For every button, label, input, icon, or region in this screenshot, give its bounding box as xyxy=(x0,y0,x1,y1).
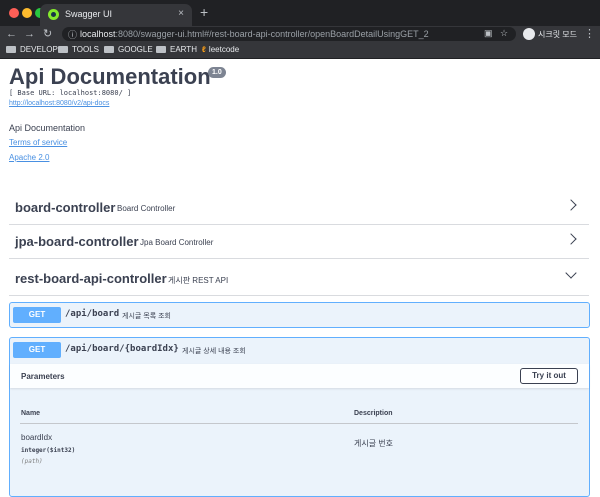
parameters-header: Parameters Try it out xyxy=(10,364,589,388)
incognito-icon[interactable] xyxy=(523,28,535,40)
parameter-location: (path) xyxy=(21,458,43,465)
swagger-favicon-icon xyxy=(48,9,59,20)
section-description: Board Controller xyxy=(117,204,176,213)
close-window-button[interactable] xyxy=(9,8,19,18)
bookmark-tools[interactable]: TOOLS xyxy=(58,45,99,54)
section-board-controller[interactable]: board-controller Board Controller xyxy=(9,191,589,225)
page-title: Api Documentation xyxy=(9,64,211,89)
bookmark-star-icon[interactable]: ☆ xyxy=(500,28,508,39)
browser-tab-swagger[interactable]: Swagger UI × xyxy=(40,4,192,26)
tab-close-icon[interactable]: × xyxy=(178,8,184,19)
version-badge: 1.0 xyxy=(208,67,226,78)
minimize-window-button[interactable] xyxy=(22,8,32,18)
bookmark-leetcode[interactable]: ℓ leetcode xyxy=(202,45,239,54)
api-docs-link[interactable]: http://localhost:8080/v2/api-docs xyxy=(9,100,109,107)
api-description: Api Documentation xyxy=(9,123,86,133)
section-title: board-controller xyxy=(15,200,116,215)
parameter-description: 게시글 번호 xyxy=(354,439,394,448)
table-divider xyxy=(20,423,578,424)
operation-description: 게시글 목록 조회 xyxy=(122,313,171,320)
bookmark-google[interactable]: GOOGLE xyxy=(104,45,153,54)
browser-toolbar: ← → ↻ ⓘ localhost:8080/swagger-ui.html#/… xyxy=(0,26,600,42)
license-link[interactable]: Apache 2.0 xyxy=(9,153,49,162)
operation-description: 게시글 상세 내용 조회 xyxy=(182,348,246,355)
section-jpa-board-controller[interactable]: jpa-board-controller Jpa Board Controlle… xyxy=(9,225,589,259)
parameter-type: integer($int32) xyxy=(21,447,76,454)
address-bar[interactable]: ⓘ localhost:8080/swagger-ui.html#/rest-b… xyxy=(62,27,516,41)
chevron-right-icon[interactable] xyxy=(565,233,577,245)
operation-summary[interactable]: GET /api/board/{boardIdx} 게시글 상세 내용 조회 xyxy=(10,338,589,362)
bookmark-develop[interactable]: DEVELOP xyxy=(6,45,58,54)
new-tab-button[interactable]: + xyxy=(200,5,208,19)
folder-icon xyxy=(156,46,166,53)
folder-icon xyxy=(58,46,68,53)
parameter-name: boardIdx xyxy=(21,433,53,442)
reload-icon[interactable]: ↻ xyxy=(43,27,52,41)
url-text: localhost:8080/swagger-ui.html#/rest-boa… xyxy=(80,29,429,39)
leetcode-icon: ℓ xyxy=(202,45,206,54)
tab-title: Swagger UI xyxy=(65,9,113,19)
section-description: 게시판 REST API xyxy=(168,276,229,285)
back-arrow-icon[interactable]: ← xyxy=(6,27,17,41)
section-description: Jpa Board Controller xyxy=(140,238,214,247)
info-icon[interactable]: ⓘ xyxy=(68,28,77,41)
forward-arrow-icon[interactable]: → xyxy=(24,27,35,41)
column-header-name: Name xyxy=(21,410,41,417)
operation-path: /api/board/{boardIdx} xyxy=(65,344,179,354)
browser-menu-icon[interactable]: ⋮ xyxy=(584,27,595,40)
browser-tab-bar: Swagger UI × + xyxy=(0,0,600,26)
method-badge-get: GET xyxy=(13,342,61,358)
section-title: jpa-board-controller xyxy=(15,234,139,249)
section-rest-board-api-controller[interactable]: rest-board-api-controller 게시판 REST API xyxy=(9,262,589,296)
incognito-label: 시크릿 모드 xyxy=(538,30,578,39)
translate-icon[interactable]: ▣ xyxy=(484,28,493,39)
bookmark-earth[interactable]: EARTH xyxy=(156,45,197,54)
chevron-right-icon[interactable] xyxy=(565,199,577,211)
column-header-description: Description xyxy=(354,410,393,417)
operation-summary[interactable]: GET /api/board 게시글 목록 조회 xyxy=(10,303,589,327)
operation-path: /api/board xyxy=(65,309,120,319)
method-badge-get: GET xyxy=(13,307,61,323)
swagger-page: Api Documentation 1.0 [ Base URL: localh… xyxy=(0,60,600,497)
terms-of-service-link[interactable]: Terms of service xyxy=(9,138,67,147)
parameters-title: Parameters xyxy=(21,372,65,381)
base-url: [ Base URL: localhost:8080/ ] xyxy=(9,89,132,97)
bookmarks-bar: DEVELOP TOOLS GOOGLE EARTH ℓ leetcode xyxy=(0,42,600,59)
section-title: rest-board-api-controller xyxy=(15,271,167,286)
operation-get-board-list[interactable]: GET /api/board 게시글 목록 조회 xyxy=(9,302,590,328)
chevron-down-icon[interactable] xyxy=(565,267,577,279)
folder-icon xyxy=(6,46,16,53)
folder-icon xyxy=(104,46,114,53)
operation-get-board-detail: GET /api/board/{boardIdx} 게시글 상세 내용 조회 P… xyxy=(9,337,590,497)
try-it-out-button[interactable]: Try it out xyxy=(520,368,578,384)
